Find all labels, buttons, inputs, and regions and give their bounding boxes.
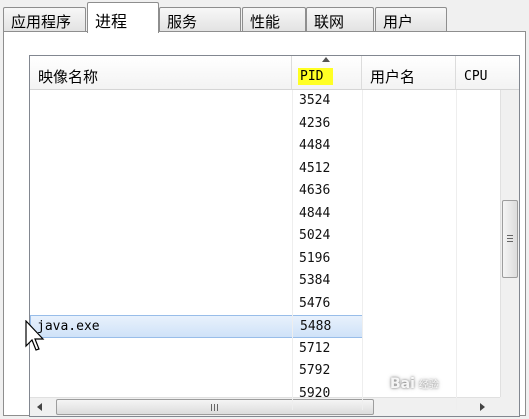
sort-ascending-icon: [322, 57, 330, 62]
horizontal-scroll-thumb[interactable]: [56, 399, 374, 415]
tab-networking[interactable]: 联网: [306, 7, 374, 31]
watermark: Bai 经验: [390, 376, 439, 392]
process-rows: 3524 4236 4484 4512 4636 4844 5024 5196 …: [30, 90, 500, 400]
watermark-sub: 经验: [418, 380, 439, 391]
tab-processes[interactable]: 进程: [87, 2, 159, 33]
table-row[interactable]: 4236: [30, 113, 500, 136]
table-row[interactable]: 4844: [30, 203, 500, 226]
table-row[interactable]: 3524: [30, 90, 500, 113]
process-pid: 5476: [299, 295, 331, 311]
table-row[interactable]: 5024: [30, 225, 500, 248]
scroll-right-arrow-icon[interactable]: [480, 403, 485, 411]
process-pid: 5792: [299, 363, 331, 378]
column-divider: [362, 90, 363, 410]
watermark-brand: Bai: [390, 376, 415, 392]
table-row[interactable]: 4636: [30, 180, 500, 203]
tab-performance[interactable]: 性能: [242, 7, 306, 31]
table-row[interactable]: 5384: [30, 270, 500, 293]
tab-users[interactable]: 用户: [375, 7, 447, 31]
column-header-pid[interactable]: PID: [292, 56, 362, 90]
process-pid: 5384: [299, 273, 331, 288]
table-row[interactable]: 4512: [30, 158, 500, 181]
horizontal-scrollbar[interactable]: [30, 397, 519, 416]
column-divider: [456, 90, 457, 410]
process-pid: 5488: [300, 319, 332, 334]
table-row[interactable]: 5196: [30, 248, 500, 271]
process-pid: 3524: [299, 93, 331, 108]
process-pid: 4236: [299, 115, 331, 131]
process-pid: 5712: [299, 340, 331, 356]
process-pid: 5024: [299, 228, 331, 243]
table-row-selected[interactable]: java.exe 5488: [30, 315, 363, 338]
column-header-image-name[interactable]: 映像名称: [30, 56, 292, 90]
process-pid: 4844: [299, 205, 331, 221]
scroll-left-arrow-icon[interactable]: [37, 403, 42, 411]
mouse-cursor-icon: [25, 320, 45, 351]
vertical-scrollbar[interactable]: [500, 90, 519, 398]
tab-services[interactable]: 服务: [159, 7, 241, 31]
process-list[interactable]: 映像名称 PID 用户名 CPU 3524 4236 4484 4512 463…: [29, 55, 520, 417]
pid-header-label: PID: [298, 68, 334, 85]
grip-line: [507, 235, 513, 236]
cpu-header-label: CPU: [464, 69, 488, 84]
tab-strip: 应用程序 进程 服务 性能 联网 用户: [0, 0, 529, 33]
table-row[interactable]: 4484: [30, 135, 500, 158]
column-header-cpu[interactable]: CPU: [456, 56, 519, 90]
process-pid: 4484: [299, 138, 331, 153]
process-list-header: 映像名称 PID 用户名 CPU: [30, 56, 519, 90]
process-pid: 4512: [299, 160, 331, 176]
vertical-scroll-thumb[interactable]: [502, 200, 518, 278]
process-name: java.exe: [37, 319, 100, 334]
grip-line: [211, 404, 212, 411]
grip-line: [217, 404, 218, 411]
grip-line: [214, 404, 215, 411]
grip-line: [507, 238, 513, 239]
scrollbar-corner: [500, 397, 519, 416]
table-row[interactable]: 5712: [30, 338, 500, 361]
column-divider: [292, 90, 293, 410]
process-pid: 4636: [299, 183, 331, 198]
process-pid: 5196: [299, 250, 331, 266]
grip-line: [507, 241, 513, 242]
table-row[interactable]: 5476: [30, 293, 500, 316]
tab-applications[interactable]: 应用程序: [3, 7, 86, 31]
column-header-user-name[interactable]: 用户名: [362, 56, 456, 90]
